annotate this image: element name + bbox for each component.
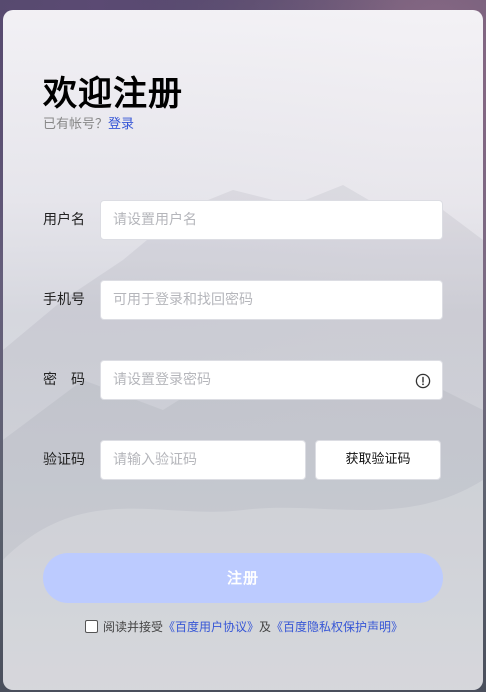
agreement-checkbox[interactable] (85, 620, 98, 633)
login-hint: 已有帐号？登录 (43, 113, 134, 132)
mountain-background (3, 185, 483, 690)
alert-circle-icon[interactable] (415, 373, 431, 389)
phone-row: 手机号 (43, 280, 443, 320)
agreement-row: 阅读并接受 《百度用户协议》 及 《百度隐私权保护声明》 (85, 618, 403, 635)
password-label: 密 码 (43, 372, 85, 388)
phone-field-box (100, 280, 443, 320)
phone-label: 手机号 (43, 292, 85, 308)
phone-input[interactable] (101, 281, 442, 319)
code-field-box (100, 440, 306, 480)
password-input[interactable] (101, 361, 442, 399)
register-card: 欢迎注册 已有帐号？登录 用户名 手机号 密 码 验证码 获取验证码 (3, 10, 483, 690)
code-row: 验证码 获取验证码 (43, 440, 443, 480)
username-input[interactable] (101, 201, 442, 239)
username-label: 用户名 (43, 212, 85, 228)
username-field-box (100, 200, 443, 240)
agreement-prefix: 阅读并接受 (103, 620, 164, 634)
password-field-box (100, 360, 443, 400)
register-button[interactable]: 注册 (43, 553, 443, 603)
get-code-button[interactable]: 获取验证码 (315, 440, 441, 480)
has-account-text: 已有帐号？ (43, 117, 109, 132)
code-label: 验证码 (43, 452, 85, 468)
login-link[interactable]: 登录 (108, 117, 134, 132)
password-row: 密 码 (43, 360, 443, 400)
username-row: 用户名 (43, 200, 443, 240)
user-agreement-link[interactable]: 《百度用户协议》 (163, 618, 259, 635)
agreement-and: 及 (259, 620, 272, 634)
code-input[interactable] (101, 441, 305, 479)
page-title: 欢迎注册 (43, 74, 183, 114)
privacy-statement-link[interactable]: 《百度隐私权保护声明》 (271, 618, 403, 635)
